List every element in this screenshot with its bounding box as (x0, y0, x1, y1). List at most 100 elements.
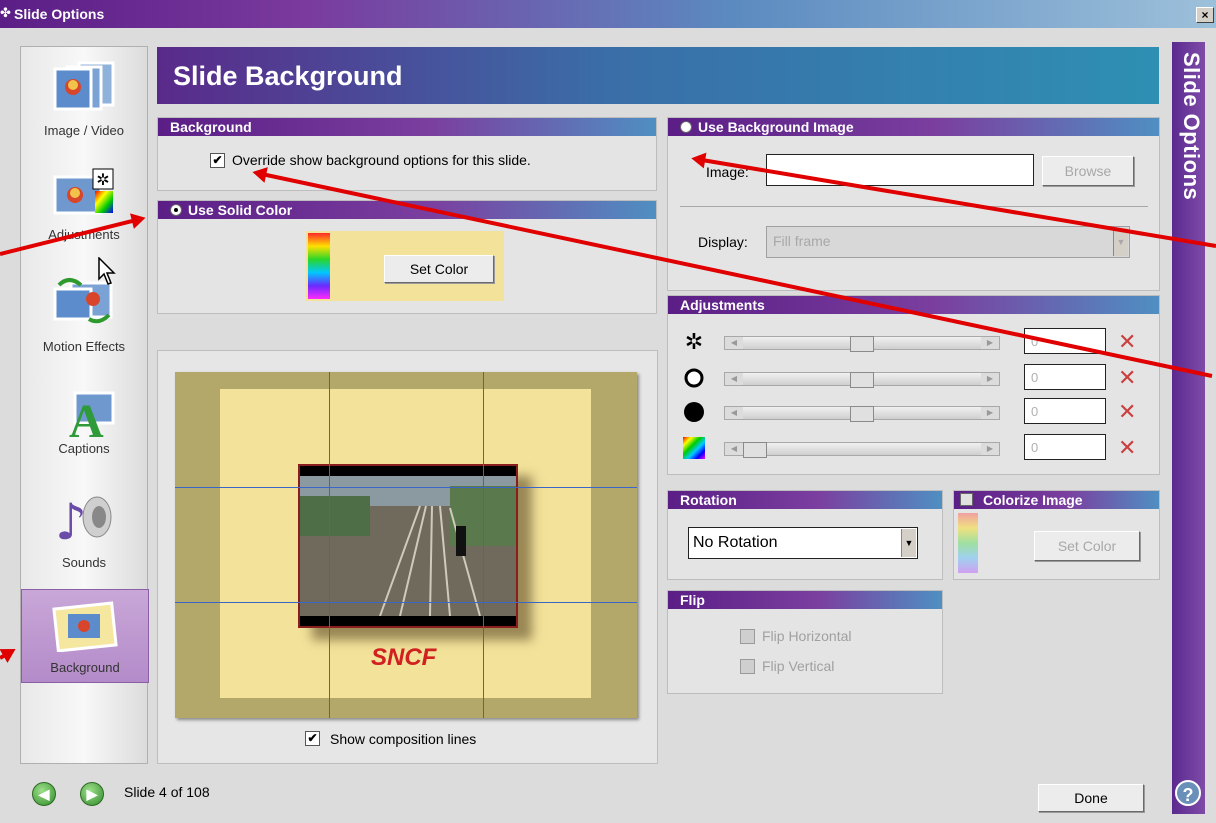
rotation-select-value: No Rotation (693, 534, 778, 551)
reset-x-icon[interactable]: ✕ (1118, 330, 1136, 354)
black-slider[interactable]: ◀ ▶ (724, 406, 1000, 422)
flip-title: Flip (668, 591, 942, 609)
done-button[interactable]: Done (1038, 784, 1144, 812)
adjustments-panel: Adjustments ✲ ◀ ▶ 0 ✕ ◀ ▶ 0 ✕ ◀ ▶ 0 ✕ ◀ ▶ 0 … (667, 295, 1160, 475)
reset-x-icon[interactable]: ✕ (1118, 436, 1136, 460)
bottom-bar: ◀ ▶ Slide 4 of 108 Done (20, 770, 1160, 814)
solid-color-panel: Use Solid Color Set Color (157, 200, 657, 314)
slider-row-hue: ◀ ▶ 0 ✕ (682, 434, 1162, 460)
sidebar-item-sounds[interactable]: ♪ Sounds (21, 479, 147, 579)
flip-horizontal-checkbox[interactable] (740, 629, 755, 644)
background-image-panel: Use Background Image Image: Browse Displ… (667, 117, 1160, 291)
next-slide-icon[interactable]: ▶ (80, 782, 104, 806)
chevron-down-icon: ▼ (901, 529, 916, 557)
browse-button[interactable]: Browse (1042, 156, 1134, 186)
hue-value[interactable]: 0 (1024, 434, 1106, 460)
adjustments-icon: ✲ (53, 168, 114, 215)
set-color-button[interactable]: Set Color (384, 255, 494, 283)
help-icon[interactable]: ? (1175, 780, 1201, 806)
flip-vertical-checkbox[interactable] (740, 659, 755, 674)
color-swatch (308, 233, 330, 299)
sidebar-item-adjustments[interactable]: ✲ Adjustments (21, 155, 147, 255)
colorize-title: Colorize Image (983, 492, 1083, 508)
slider-row-contrast: ◀ ▶ 0 ✕ (682, 364, 1162, 390)
colorize-checkbox[interactable] (960, 493, 973, 506)
sidebar-item-label: Image / Video (44, 123, 124, 138)
rotation-select[interactable]: No Rotation ▼ (688, 527, 918, 559)
background-panel: Background ✔ Override show background op… (157, 117, 657, 191)
sidebar-item-label: Sounds (61, 555, 107, 570)
composition-line-vertical (483, 372, 484, 718)
sidebar-item-image-video[interactable]: Image / Video (21, 47, 147, 147)
contrast-value[interactable]: 0 (1024, 364, 1106, 390)
app-icon: ✤ (0, 5, 11, 20)
solid-color-title: Use Solid Color (188, 202, 293, 218)
show-composition-lines-checkbox[interactable]: ✔ (305, 731, 320, 746)
show-composition-lines-label: Show composition lines (330, 731, 477, 747)
slider-thumb[interactable] (850, 406, 874, 422)
svg-text:✲: ✲ (96, 172, 109, 189)
image-video-icon (53, 61, 115, 111)
slider-thumb[interactable] (850, 372, 874, 388)
black-circle-icon (682, 400, 706, 424)
flip-vertical-label: Flip Vertical (762, 658, 835, 674)
sidebar: Image / Video ✲ Adjustments Motion Effec… (20, 46, 149, 764)
sidebar-item-background[interactable]: Background (21, 589, 149, 683)
rotation-title: Rotation (668, 491, 942, 509)
image-path-input[interactable] (766, 154, 1034, 186)
page-header: Slide Background (157, 47, 1159, 104)
sidebar-item-label: Captions (58, 441, 110, 456)
divider (680, 206, 1148, 207)
svg-text:A: A (69, 395, 104, 441)
solid-color-radio[interactable] (170, 204, 182, 216)
black-value[interactable]: 0 (1024, 398, 1106, 424)
hue-slider[interactable]: ◀ ▶ (724, 442, 1000, 458)
mouse-cursor-icon (98, 257, 116, 285)
window-title: Slide Options (14, 6, 105, 22)
composition-line-vertical (329, 372, 330, 718)
reset-x-icon[interactable]: ✕ (1118, 400, 1136, 424)
background-image-title: Use Background Image (698, 119, 854, 135)
sounds-icon: ♪ (55, 493, 112, 543)
colorize-panel: Colorize Image Set Color (953, 490, 1160, 580)
brightness-slider[interactable]: ◀ ▶ (724, 336, 1000, 352)
override-checkbox[interactable]: ✔ (210, 153, 225, 168)
page-title: Slide Background (173, 61, 403, 91)
flip-panel: Flip Flip Horizontal Flip Vertical (667, 590, 943, 694)
background-icon (52, 601, 118, 652)
sidebar-item-label: Motion Effects (42, 339, 126, 354)
contrast-slider[interactable]: ◀ ▶ (724, 372, 1000, 388)
display-select[interactable]: Fill frame ▼ (766, 226, 1130, 258)
background-image-header: Use Background Image (668, 118, 1159, 136)
contrast-white-circle-icon (682, 366, 706, 390)
background-panel-title: Background (158, 118, 656, 136)
composition-line-horizontal (175, 602, 637, 603)
sidebar-item-label: Background (50, 660, 120, 675)
vertical-title: Slide Options (1179, 52, 1204, 201)
hue-icon (682, 436, 706, 460)
composition-line-horizontal (175, 487, 637, 488)
display-label: Display: (698, 234, 748, 250)
slider-thumb[interactable] (850, 336, 874, 352)
brightness-icon: ✲ (684, 329, 704, 354)
slider-thumb[interactable] (743, 442, 767, 458)
slide-preview-image[interactable] (298, 464, 518, 628)
slide-status: Slide 4 of 108 (124, 784, 210, 800)
sidebar-item-captions[interactable]: A Captions (21, 373, 147, 473)
preview-caption: SNCF (371, 644, 437, 671)
window-titlebar: ✤ Slide Options × (0, 0, 1216, 28)
flip-horizontal-label: Flip Horizontal (762, 628, 852, 644)
captions-icon: A (69, 391, 115, 441)
right-title-strip: Slide Options (1172, 42, 1205, 814)
annotation-arrow (0, 649, 14, 660)
previous-slide-icon[interactable]: ◀ (32, 782, 56, 806)
slider-row-black: ◀ ▶ 0 ✕ (682, 398, 1162, 424)
colorize-set-color-button[interactable]: Set Color (1034, 531, 1140, 561)
reset-x-icon[interactable]: ✕ (1118, 366, 1136, 390)
background-image-radio[interactable] (680, 121, 692, 133)
sidebar-item-motion-effects[interactable]: Motion Effects (21, 265, 147, 365)
svg-text:♪: ♪ (55, 493, 87, 543)
display-select-value: Fill frame (773, 233, 831, 249)
close-button[interactable]: × (1196, 7, 1214, 23)
colorize-header: Colorize Image (954, 491, 1159, 509)
